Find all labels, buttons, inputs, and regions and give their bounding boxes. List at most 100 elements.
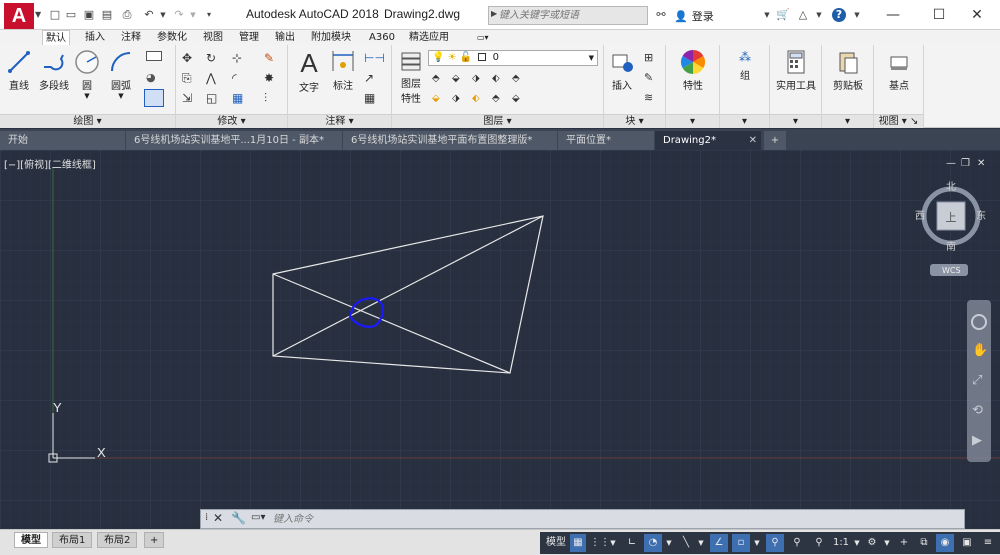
cart-icon[interactable]: 🛒 <box>776 8 790 22</box>
layer-properties-button[interactable]: 图层 特性 <box>396 49 426 105</box>
customize-toolbar-icon[interactable]: ▾ <box>202 8 216 22</box>
application-menu-button[interactable]: A <box>4 3 34 29</box>
open-folder-icon[interactable]: ▭ <box>64 8 78 22</box>
layer-tool-3-icon[interactable]: ⬗ <box>472 73 488 87</box>
save-as-icon[interactable]: ▤ <box>100 8 114 22</box>
layers-panel-title[interactable]: 图层 ▾ <box>392 114 603 128</box>
doc-tab-2[interactable]: 6号线机场站实训基地平面布置图整理版* <box>343 131 557 150</box>
hardware-acceleration-icon[interactable]: ◉ <box>936 534 954 552</box>
scale-dropdown-icon[interactable]: ▼ <box>852 534 862 552</box>
clipboard-button[interactable]: 剪贴板 <box>826 49 870 92</box>
linear-dim-icon[interactable]: ⊢⊣ <box>364 51 385 65</box>
leader-icon[interactable]: ↗ <box>364 71 380 85</box>
new-tab-button[interactable]: + <box>764 131 786 150</box>
layer-tool-5-icon[interactable]: ⬘ <box>512 73 528 87</box>
trim-icon[interactable]: ⊹ <box>232 51 248 65</box>
mirror-icon[interactable]: ⋀ <box>206 71 222 85</box>
model-space-button[interactable]: 模型 <box>544 534 568 552</box>
snap-toggle-icon[interactable]: ⋮⋮ <box>590 534 610 552</box>
layer-tool-7-icon[interactable]: ⬗ <box>452 93 468 107</box>
tab-view[interactable]: 视图 <box>200 30 226 45</box>
clean-screen-icon[interactable]: ▣ <box>958 534 976 552</box>
layer-tool-1-icon[interactable]: ⬘ <box>432 73 448 87</box>
pan-icon[interactable]: ✋ <box>972 342 988 358</box>
doc-tab-start[interactable]: 开始 <box>0 131 125 150</box>
save-icon[interactable]: ▣ <box>82 8 96 22</box>
login-dropdown-icon[interactable]: ▼ <box>760 8 774 22</box>
redo-dropdown-icon[interactable]: ▼ <box>186 8 200 22</box>
tab-output[interactable]: 输出 <box>272 30 298 45</box>
help-dropdown-icon[interactable]: ▼ <box>850 8 864 22</box>
workspace-gear-icon[interactable]: ⚙ <box>864 534 880 552</box>
insert-button[interactable]: 插入 <box>606 49 638 92</box>
polar-toggle-icon[interactable]: ◔ <box>644 534 662 552</box>
layout-tab-model[interactable]: 模型 <box>14 532 48 548</box>
tab-a360[interactable]: A360 <box>366 30 398 45</box>
circle-dropdown-icon[interactable]: ▼ <box>72 92 102 100</box>
customization-menu-icon[interactable]: ≡ <box>980 534 996 552</box>
undo-dropdown-icon[interactable]: ▼ <box>156 8 170 22</box>
viewport-close-icon[interactable]: ✕ <box>977 158 985 169</box>
fillet-icon[interactable]: ◜ <box>232 71 248 85</box>
view-panel-title[interactable]: 视图 ▾ ↘ <box>874 114 923 128</box>
compass-east-label[interactable]: 东 <box>976 209 986 222</box>
layer-tool-2-icon[interactable]: ⬙ <box>452 73 468 87</box>
connect-icon[interactable]: △ <box>796 8 810 22</box>
ortho-toggle-icon[interactable]: ∟ <box>624 534 640 552</box>
layer-dropdown[interactable]: 💡 ☀ 🔓 0 ▼ <box>428 50 598 66</box>
create-block-icon[interactable]: ⊞ <box>644 51 660 65</box>
drawing-canvas[interactable]: Y X 上 北 南 东 西 WCS ✋ ⤢ ⟲ ▶ [−][俯视][二维线框] … <box>0 150 1000 528</box>
orbit-icon[interactable]: ⟲ <box>972 403 983 418</box>
annotation-panel-title[interactable]: 注释 ▾ <box>288 114 391 128</box>
workspace-dropdown-icon[interactable]: ▼ <box>882 534 892 552</box>
object-snap-tracking-icon[interactable]: ∠ <box>710 534 728 552</box>
close-tab-icon[interactable]: ✕ <box>749 131 757 150</box>
command-input[interactable] <box>273 512 873 526</box>
arc-button[interactable]: 圆弧 ▼ <box>104 49 138 100</box>
customize-command-icon[interactable]: 🔧 <box>231 511 246 525</box>
draw-panel-title[interactable]: 绘图 ▾ <box>0 114 175 128</box>
layer-tool-10-icon[interactable]: ⬙ <box>512 93 528 107</box>
compass-north-label[interactable]: 北 <box>946 181 956 193</box>
ribbon-toggle-icon[interactable]: ▭▾ <box>474 30 492 45</box>
object-snap-dropdown-icon[interactable]: ▼ <box>752 534 762 552</box>
isodraft-icon[interactable]: ╲ <box>678 534 694 552</box>
undo-icon[interactable]: ↶ <box>142 8 156 22</box>
tab-default[interactable]: 默认 <box>42 30 70 45</box>
block-panel-title[interactable]: 块 ▾ <box>604 114 665 128</box>
close-command-icon[interactable]: ✕ <box>213 511 223 525</box>
group-panel-arrow[interactable]: ▾ <box>720 114 769 128</box>
region-icon[interactable] <box>144 89 164 107</box>
auto-scale-icon[interactable]: ⚲ <box>788 534 806 552</box>
tab-parametric[interactable]: 参数化 <box>154 30 190 45</box>
grip-icon[interactable]: ⁞ <box>205 512 208 523</box>
viewport-controls-label[interactable]: [−][俯视][二维线框] <box>4 156 96 171</box>
arc-dropdown-icon[interactable]: ▼ <box>104 92 138 100</box>
dimension-button[interactable]: 标注 <box>328 49 358 92</box>
layer-tool-8-icon[interactable]: ⬖ <box>472 93 488 107</box>
doc-tab-1[interactable]: 6号线机场站实训基地平...1月10日 - 副本* <box>126 131 342 150</box>
search-input[interactable] <box>499 7 647 24</box>
compass-south-label[interactable]: 南 <box>946 240 956 253</box>
layout-tab-2[interactable]: 布局2 <box>97 532 138 548</box>
line-button[interactable]: 直线 <box>4 49 34 92</box>
text-button[interactable]: A 文字 <box>294 49 324 94</box>
connect-dropdown-icon[interactable]: ▼ <box>812 8 826 22</box>
tab-featured-apps[interactable]: 精选应用 <box>406 30 452 45</box>
rectangle-icon[interactable] <box>146 51 162 61</box>
new-file-icon[interactable]: □ <box>48 8 62 22</box>
login-area[interactable]: 👤 登录 <box>674 8 718 24</box>
circle-button[interactable]: 圆 ▼ <box>72 49 102 100</box>
properties-button[interactable]: 特性 <box>672 49 714 92</box>
utilities-panel-arrow[interactable]: ▾ <box>770 114 821 128</box>
help-icon[interactable]: ? <box>832 8 846 22</box>
tab-insert[interactable]: 插入 <box>82 30 108 45</box>
object-snap-icon[interactable]: ▫ <box>732 534 750 552</box>
doc-tab-4[interactable]: Drawing2* ✕ <box>655 131 761 150</box>
isolate-icon[interactable]: ⧉ <box>916 534 932 552</box>
properties-panel-arrow[interactable]: ▾ <box>666 114 719 128</box>
layer-tool-6-icon[interactable]: ⬙ <box>432 93 448 107</box>
binoculars-icon[interactable]: ⚯ <box>654 8 668 22</box>
erase-icon[interactable]: ✎ <box>264 51 280 65</box>
layer-tool-9-icon[interactable]: ⬘ <box>492 93 508 107</box>
